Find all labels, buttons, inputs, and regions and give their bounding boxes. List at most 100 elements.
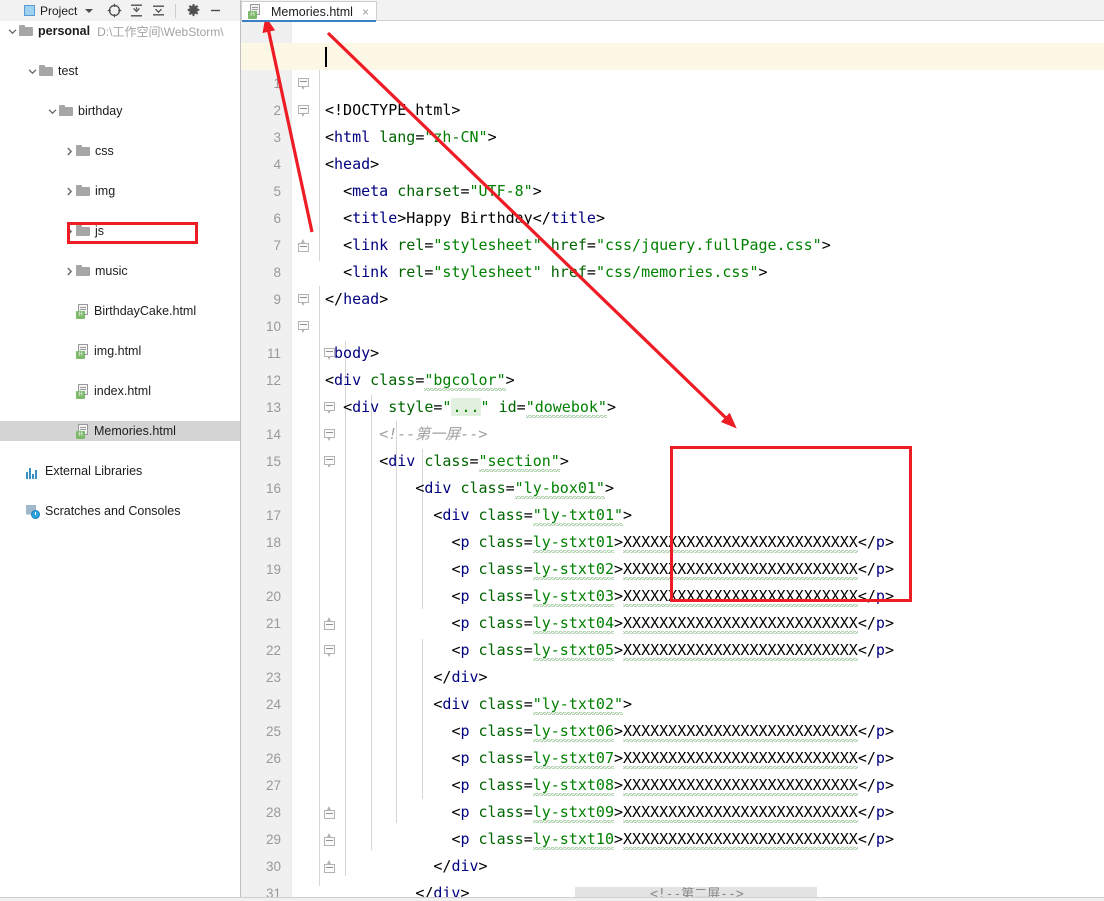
project-tool-window-button[interactable]: Project <box>0 3 94 18</box>
close-icon[interactable]: × <box>362 6 369 18</box>
code-line-5[interactable]: 5 <title>Happy Birthday</title> <box>241 151 1104 227</box>
tab-active-underline <box>242 20 376 22</box>
fold-marker[interactable] <box>324 348 335 360</box>
tree-label-music: music <box>95 264 128 278</box>
fold-marker[interactable] <box>324 456 335 468</box>
code-line-26[interactable]: 26 <p class=ly-stxt08>XXXXXXXXXXXXXXXXXX… <box>241 718 1104 796</box>
code-line-9[interactable]: 9 <box>241 259 1104 307</box>
code-line-13[interactable]: 13 <!--第一屏--> <box>241 367 1104 443</box>
tree-row-index-html[interactable]: H index.html <box>0 381 240 401</box>
folder-icon <box>59 104 74 119</box>
tree-row-birthdaycake-html[interactable]: H BirthdayCake.html <box>0 301 240 321</box>
tree-row-music[interactable]: music <box>0 261 240 281</box>
annotation-box-file <box>67 222 198 244</box>
fold-marker[interactable] <box>298 239 309 254</box>
html-file-icon: H <box>76 343 90 359</box>
code-line-22[interactable]: 22 </div> <box>241 610 1104 686</box>
code-line-31[interactable]: 31 </div> <box>241 853 1104 901</box>
tree-row-birthday[interactable]: birthday <box>0 101 240 121</box>
folder-icon <box>76 264 91 279</box>
gear-icon[interactable] <box>183 1 203 21</box>
window-bottom-edge <box>0 897 1104 901</box>
tree-label-personal: personal <box>38 24 91 38</box>
project-label: Project <box>40 3 78 18</box>
folder-icon <box>19 24 34 39</box>
code-line-2[interactable]: 2 <html lang="zh-CN"> <box>241 70 1104 146</box>
collapse-all-icon[interactable] <box>148 1 168 21</box>
fold-marker[interactable] <box>324 429 335 441</box>
chevron-collapsed-icon[interactable] <box>63 147 76 156</box>
html-file-icon: H <box>248 4 262 19</box>
code-line-15[interactable]: 15 <div class="ly-box01"> <box>241 421 1104 499</box>
tree-label-birthday: birthday <box>78 104 123 118</box>
code-line-28[interactable]: 28 <p class=ly-stxt10>XXXXXXXXXXXXXXXXXX… <box>241 772 1104 850</box>
code-line-24[interactable]: 24 <p class=ly-stxt06>XXXXXXXXXXXXXXXXXX… <box>241 664 1104 742</box>
tree-label-test: test <box>58 64 79 78</box>
chevron-expanded-icon[interactable] <box>26 67 39 76</box>
html-file-icon: H <box>76 303 90 319</box>
tree-row-img-html[interactable]: H img.html <box>0 341 240 361</box>
tree-row-memories-html[interactable]: H Memories.html <box>0 421 240 441</box>
code-line-4[interactable]: 4 <meta charset="UTF-8"> <box>241 124 1104 200</box>
tree-row-scratches-and-consoles[interactable]: Scratches and Consoles <box>0 501 240 521</box>
fold-marker[interactable] <box>324 860 335 875</box>
text-caret <box>325 47 327 67</box>
chevron-collapsed-icon[interactable] <box>63 267 76 276</box>
code-line-8[interactable]: 8 </head> <box>241 232 1104 308</box>
tree-label-birthdaycake-html: BirthdayCake.html <box>94 304 197 318</box>
folder-icon <box>39 64 54 79</box>
code-line-25[interactable]: 25 <p class=ly-stxt07>XXXXXXXXXXXXXXXXXX… <box>241 691 1104 769</box>
tree-row-external-libraries[interactable]: External Libraries <box>0 461 240 481</box>
tree-label-css: css <box>95 144 114 158</box>
fold-marker[interactable] <box>298 78 309 90</box>
code-line-6[interactable]: 6 <link rel="stylesheet" href="css/jquer… <box>241 178 1104 254</box>
fold-marker[interactable] <box>324 402 335 414</box>
tree-root-path: D:\工作空间\WebStorm\ <box>97 24 224 39</box>
tree-row-img[interactable]: img <box>0 181 240 201</box>
code-line-12[interactable]: 12 <div style="..." id="dowebok"> <box>241 340 1104 418</box>
code-line-30[interactable]: 30 </div> <box>241 826 1104 901</box>
folder-icon <box>76 144 91 159</box>
code-line-1[interactable]: 1 <!DOCTYPE html> <box>241 43 1104 119</box>
chevron-down-icon[interactable] <box>85 8 94 13</box>
locate-icon[interactable] <box>104 1 124 21</box>
fold-marker[interactable] <box>324 833 335 848</box>
annotation-box-code <box>670 446 912 602</box>
fold-marker[interactable] <box>324 617 335 632</box>
tree-label-index-html: index.html <box>94 384 151 398</box>
code-line-14[interactable]: 14 <div class="section"> <box>241 394 1104 472</box>
editor-tab-bar: H Memories.html × <box>241 0 1104 22</box>
tab-label: Memories.html <box>271 4 353 19</box>
tree-row-personal[interactable]: personal D:\工作空间\WebStorm\ <box>0 21 240 41</box>
code-line-11[interactable]: 11 <div class="bgcolor"> <box>241 313 1104 391</box>
toolbar-divider <box>175 3 177 18</box>
code-line-10[interactable]: 10 <body> <box>241 286 1104 362</box>
html-file-icon: H <box>76 383 90 399</box>
fold-marker[interactable] <box>298 294 309 306</box>
project-window-icon <box>24 5 35 16</box>
tree-label-external-libraries: External Libraries <box>45 464 143 478</box>
tree-row-css[interactable]: css <box>0 141 240 161</box>
code-line-29[interactable]: 29 </div> <box>241 799 1104 875</box>
minimize-icon[interactable] <box>205 1 225 21</box>
fold-marker[interactable] <box>324 806 335 821</box>
tree-label-memories-html: Memories.html <box>94 424 176 438</box>
code-line-23[interactable]: 23 <div class="ly-txt02"> <box>241 637 1104 715</box>
external-libraries-icon <box>26 464 41 479</box>
tab-memories-html[interactable]: H Memories.html × <box>241 1 377 22</box>
file-tree[interactable]: personal D:\工作空间\WebStorm\ test birthday <box>0 21 240 901</box>
tree-label-scratches-and-consoles: Scratches and Consoles <box>45 504 181 518</box>
code-line-3[interactable]: 3 <head> <box>241 97 1104 173</box>
code-line-7[interactable]: 7 <link rel="stylesheet" href="css/memor… <box>241 205 1104 281</box>
chevron-expanded-icon[interactable] <box>46 107 59 116</box>
fold-marker[interactable] <box>324 645 335 657</box>
project-toolbar: Project <box>0 0 240 22</box>
tree-label-img-html: img.html <box>94 344 142 358</box>
fold-marker[interactable] <box>298 321 309 333</box>
fold-marker[interactable] <box>298 105 309 117</box>
chevron-collapsed-icon[interactable] <box>63 187 76 196</box>
chevron-expanded-icon[interactable] <box>6 27 19 36</box>
code-line-27[interactable]: 27 <p class=ly-stxt09>XXXXXXXXXXXXXXXXXX… <box>241 745 1104 823</box>
tree-row-test[interactable]: test <box>0 61 240 81</box>
expand-all-icon[interactable] <box>126 1 146 21</box>
